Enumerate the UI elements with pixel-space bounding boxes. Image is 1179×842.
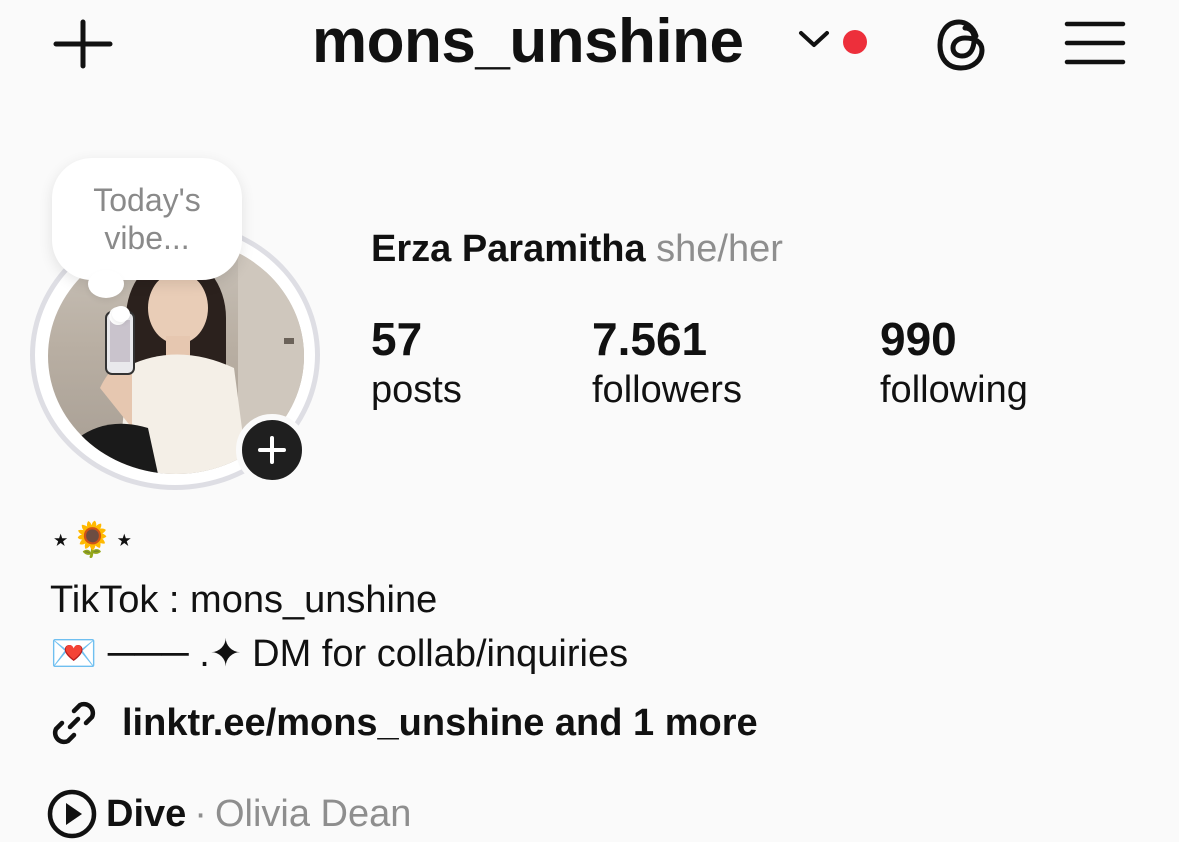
following-count: 990 bbox=[880, 313, 957, 365]
full-name: Erza Paramitha bbox=[371, 228, 646, 270]
note-bubble[interactable]: Today's vibe... bbox=[52, 158, 242, 280]
bio-tiktok-line: TikTok : mons_unshine bbox=[50, 579, 438, 621]
following-label: following bbox=[880, 369, 1028, 411]
stat-followers[interactable]: 7.561 followers bbox=[592, 312, 742, 414]
bio-dm-line: 💌 ─── .✦ DM for collab/inquiries bbox=[50, 633, 629, 675]
note-bubble-tail-small bbox=[112, 306, 130, 322]
plus-icon[interactable] bbox=[52, 18, 114, 70]
music-row[interactable]: Dive · Olivia Dean bbox=[46, 786, 411, 842]
posts-label: posts bbox=[371, 369, 462, 411]
profile-name: Erza Paramitha she/her bbox=[371, 226, 783, 272]
link-text[interactable]: linktr.ee/mons_unshine and 1 more bbox=[122, 702, 758, 745]
stat-following[interactable]: 990 following bbox=[880, 312, 1028, 414]
add-story-button[interactable] bbox=[236, 414, 308, 486]
pronouns: she/her bbox=[656, 228, 783, 270]
chevron-down-icon[interactable] bbox=[797, 28, 831, 50]
bio-link[interactable]: linktr.ee/mons_unshine and 1 more bbox=[48, 694, 758, 752]
music-separator: · bbox=[194, 792, 207, 835]
music-artist: Olivia Dean bbox=[214, 792, 412, 835]
threads-icon[interactable] bbox=[932, 14, 994, 76]
note-bubble-tail bbox=[88, 270, 124, 298]
followers-count: 7.561 bbox=[592, 313, 708, 365]
posts-count: 57 bbox=[371, 313, 423, 365]
stat-posts[interactable]: 57 posts bbox=[371, 312, 462, 414]
followers-label: followers bbox=[592, 369, 742, 411]
play-icon bbox=[47, 789, 97, 839]
bio-emoji-line: ⋆🌻⋆ bbox=[50, 521, 135, 559]
plus-icon bbox=[258, 436, 286, 464]
menu-icon[interactable] bbox=[1064, 20, 1126, 66]
music-song: Dive bbox=[106, 792, 187, 835]
link-icon bbox=[52, 701, 96, 745]
username-title[interactable]: mons_unshine bbox=[312, 6, 744, 78]
notification-dot bbox=[843, 30, 867, 54]
note-text: Today's vibe... bbox=[93, 182, 201, 256]
